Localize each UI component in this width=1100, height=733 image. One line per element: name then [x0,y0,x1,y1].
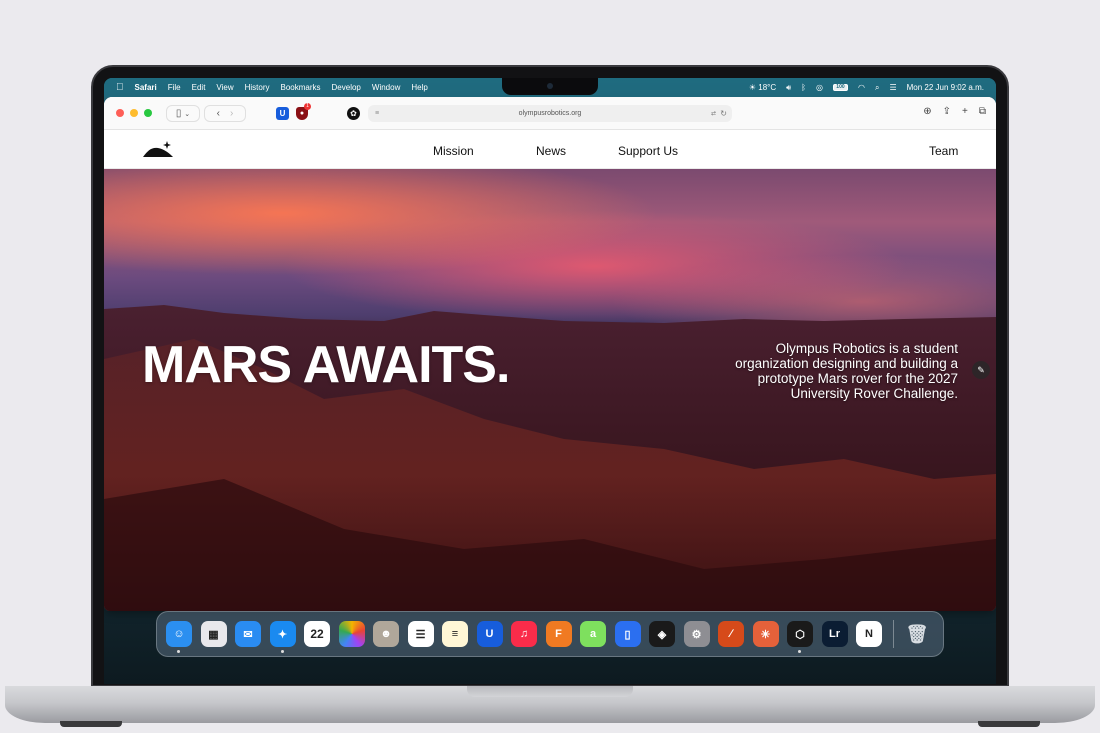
running-indicator [798,650,801,653]
new-tab-icon[interactable]: + [962,106,968,117]
safari-window: ▯ ⌄ ‹ › U ● 1 ✿ ≡ olympusrobotics.org ⇄ … [104,97,996,611]
sidebar-toggle-button[interactable]: ▯ ⌄ [166,105,200,122]
camera-notch [502,78,598,95]
calendar-day: 22 [310,627,324,641]
dock-mail-icon[interactable]: ✉ [235,621,261,647]
history-nav: ‹ › [204,105,246,122]
running-indicator [177,650,180,653]
nav-news-link[interactable]: News [536,144,566,158]
share-icon[interactable]: ⇪ [943,106,951,117]
dock-reminders-icon[interactable]: ☰ [407,621,434,647]
camera [547,83,553,89]
chevron-down-icon: ⌄ [184,110,191,118]
dock-safari-icon[interactable]: ✦ [269,621,296,653]
menu-window[interactable]: Window [372,83,400,92]
tab-overview-icon[interactable]: ⧉ [979,106,986,117]
close-window-button[interactable] [116,109,124,117]
laptop-opening-notch [467,686,633,697]
dock-contacts-icon[interactable]: ☻ [373,621,399,647]
spotlight-search-icon[interactable]: ⌕ [875,83,879,93]
dock-finder-icon[interactable]: ☺ [166,621,192,653]
address-url: olympusrobotics.org [518,110,582,117]
menu-file[interactable]: File [168,83,181,92]
dock-claude-icon[interactable]: ✳ [752,621,779,647]
volume-icon[interactable]: 🔊︎ [786,83,791,93]
menu-clock[interactable]: Mon 22 Jun 9:02 a.m. [907,83,984,92]
sun-icon: ☀ [748,83,757,92]
hero-section: MARS AWAITS. Olympus Robotics is a stude… [104,169,996,611]
dock: ☺ ▦ ✉ ✦ 22 ☻ ☰ ≡ U ♫ Fa ▯ ◈ ⚙ ∕ ✳ ⬡ Lr N 🗑︎ [156,611,944,657]
battery-icon[interactable]: 100 [832,84,848,91]
forward-button[interactable]: › [230,108,233,119]
nav-team-link[interactable]: Team [929,144,958,158]
extension-badge: 1 [304,103,311,110]
bluetooth-icon[interactable]: ᛒ [801,83,806,92]
dock-simulator-icon[interactable]: ▯ [614,621,641,647]
edit-pencil-icon[interactable]: ✎ [972,361,990,379]
running-indicator [280,650,284,653]
address-bar[interactable]: ≡ olympusrobotics.org ⇄ ↻ [368,105,732,122]
back-button[interactable]: ‹ [217,108,220,119]
nav-mission-link[interactable]: Mission [433,144,474,158]
weather-temp: 18°C [758,83,777,92]
control-center-icon[interactable]: ☰ [889,83,896,92]
nav-support-link[interactable]: Support Us [618,144,678,158]
menu-history[interactable]: History [245,83,270,92]
dock-music-icon[interactable]: ♫ [511,621,537,647]
laptop-foot-right [978,721,1040,727]
translate-icon[interactable]: ⇄ [711,110,716,117]
hero-description: Olympus Robotics is a student organizati… [735,341,958,401]
hero-title: MARS AWAITS. [142,336,510,394]
minimize-window-button[interactable] [130,109,138,117]
menu-edit[interactable]: Edit [192,83,206,92]
menu-develop[interactable]: Develop [332,83,361,92]
weather-widget[interactable]: ☀ 18°C [749,83,776,92]
zoom-window-button[interactable] [144,109,152,117]
dock-affinity-designer-icon[interactable]: ∕ [718,621,744,647]
airplay-icon[interactable]: ◎ [816,83,823,92]
dock-davinci-resolve-icon[interactable]: ◈ [649,621,675,647]
dock-calendar-icon[interactable]: 22 [304,621,330,647]
dock-framer-icon[interactable]: ⬡ [787,621,813,653]
menu-bookmarks[interactable]: Bookmarks [281,83,321,92]
downloads-icon[interactable]: ⊕ [923,106,931,117]
screen:  Safari File Edit View History Bookmark… [104,78,996,684]
bitwarden-extension-icon[interactable]: U [276,107,289,120]
dock-fusion-icon[interactable]: F [545,621,572,647]
dock-separator [892,620,894,648]
menu-help[interactable]: Help [411,83,427,92]
dock-system-settings-icon[interactable]: ⚙ [683,621,710,647]
apple-menu-icon[interactable]:  [116,82,124,93]
menu-app-name[interactable]: Safari [135,83,157,92]
sidebar-icon: ▯ [175,108,182,119]
dock-affinity-icon[interactable]: a [580,621,606,647]
safari-toolbar: ▯ ⌄ ‹ › U ● 1 ✿ ≡ olympusrobotics.org ⇄ … [104,97,996,130]
dock-photos-icon[interactable] [338,621,365,647]
dock-trash-icon[interactable]: 🗑︎ [904,621,930,647]
dock-notes-icon[interactable]: ≡ [442,621,468,647]
wifi-icon[interactable]: ◠ [858,83,865,92]
mountain-logo-icon[interactable] [142,138,174,160]
site-header: Mission News Support Us Team [104,130,996,169]
laptop-foot-left [60,721,122,727]
settings-extension-icon[interactable]: ✿ [347,107,360,120]
dock-lightroom-icon[interactable]: Lr [821,621,848,647]
dock-bitwarden-icon[interactable]: U [476,621,503,647]
menu-view[interactable]: View [216,83,233,92]
dock-notion-icon[interactable]: N [856,621,882,647]
dock-launchpad-icon[interactable]: ▦ [200,621,227,647]
reload-icon[interactable]: ↻ [720,109,727,118]
